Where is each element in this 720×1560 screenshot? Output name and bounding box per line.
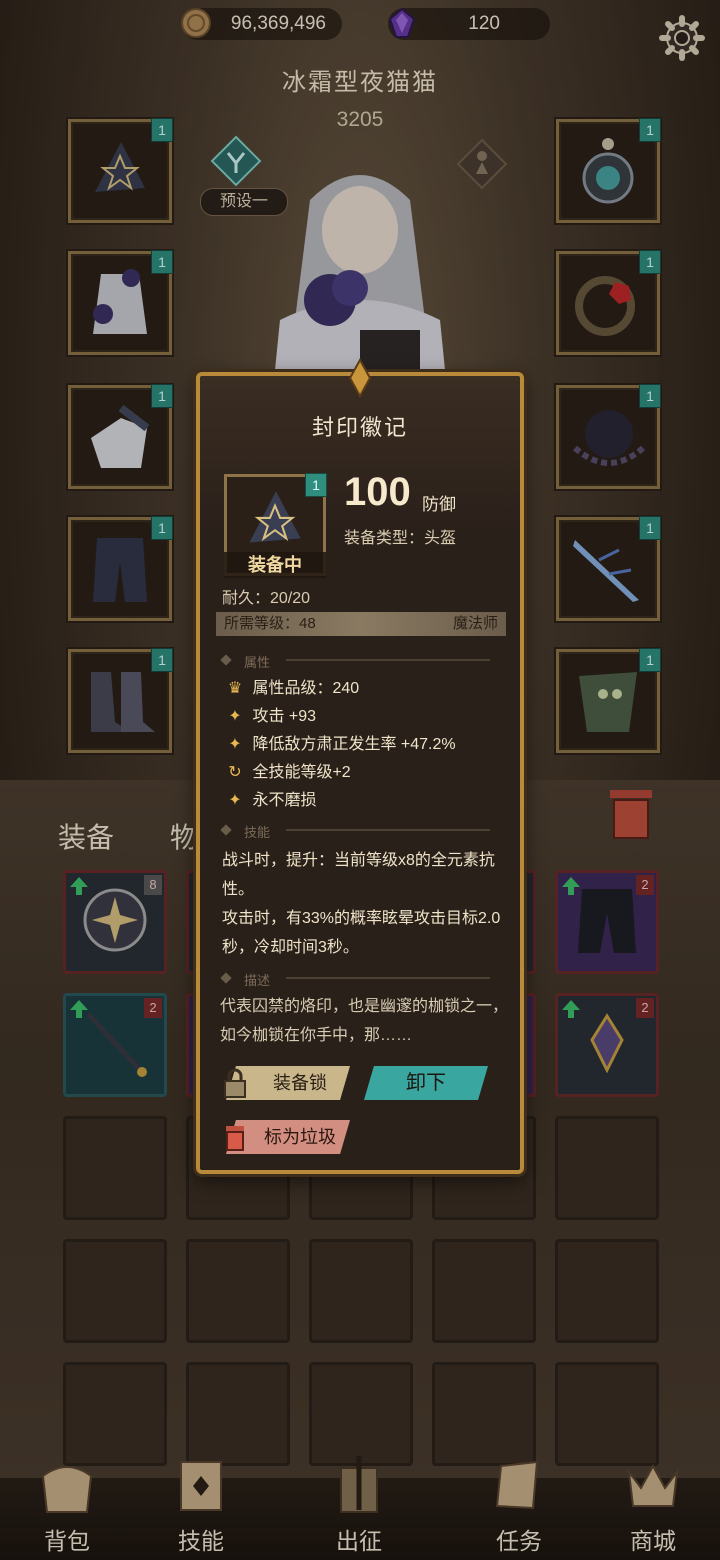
sparkle-icon: ✦ xyxy=(228,708,242,725)
equip-type: 装备类型：头盔 xyxy=(344,530,457,547)
stat-unbreakable: ✦ 永不磨损 xyxy=(222,790,316,812)
stat-unbreakable-text: 永不磨损 xyxy=(252,792,317,809)
skill-text-2: 攻击时，有33%的概率眩晕攻击目标2.0秒，冷却时间3秒。 xyxy=(222,910,501,956)
stat-attack-text: 攻击 +93 xyxy=(252,708,317,725)
mark-junk-label: 标为垃圾 xyxy=(264,1127,336,1147)
unequip-button[interactable]: 卸下 xyxy=(364,1066,488,1100)
section-attributes-label: 属性 xyxy=(244,655,271,670)
durability: 耐久：20/20 xyxy=(222,590,311,607)
lock-icon xyxy=(224,1068,246,1098)
skill-text-1: 战斗时，提升：当前等级x8的全元素抗性。 xyxy=(222,852,495,898)
stat-crit-reduce-text: 降低敌方肃正发生率 +47.2% xyxy=(252,736,456,753)
stat-attack: ✦ 攻击 +93 xyxy=(222,706,316,728)
sparkle-icon: ✦ xyxy=(228,792,242,809)
popup-top-ornament-icon xyxy=(348,358,372,398)
equip-lock-label: 装备锁 xyxy=(273,1073,327,1093)
section-description: 描述 xyxy=(216,970,506,988)
trash-icon xyxy=(226,1126,244,1151)
required-level: 所需等级：48 xyxy=(224,615,316,632)
defense-value: 100 xyxy=(344,470,411,514)
item-description: 代表囚禁的烙印，也是幽邃的枷锁之一，如今枷锁在你手中，那…… xyxy=(220,998,509,1044)
popup-title: 封印徽记 xyxy=(311,415,408,440)
attr-grade: ♛ 属性品级：240 xyxy=(222,678,359,700)
section-skills: 技能 xyxy=(216,822,506,840)
stat-all-skill: ↻ 全技能等级+2 xyxy=(222,762,351,784)
section-skills-label: 技能 xyxy=(244,825,271,840)
cycle-icon: ↻ xyxy=(228,764,242,781)
section-description-label: 描述 xyxy=(244,973,271,988)
required-class: 魔法师 xyxy=(452,615,498,632)
stat-crit-reduce: ✦ 降低敌方肃正发生率 +47.2% xyxy=(222,734,456,756)
equipped-label: 装备中 xyxy=(224,552,326,578)
stat-all-skill-text: 全技能等级+2 xyxy=(252,764,351,781)
section-attributes: 属性 xyxy=(216,652,506,670)
sparkle-icon: ✦ xyxy=(228,736,242,753)
item-detail-popup: 封印徽记 1 装备中 100 防御 装备类型：头盔 耐久：20/20 所需等级：… xyxy=(196,358,524,1174)
requirement-bar: 所需等级：48 魔法师 xyxy=(216,612,506,636)
grade-crown-icon: ♛ xyxy=(227,680,243,697)
helmet-item-icon xyxy=(249,491,301,543)
item-level-badge: 1 xyxy=(305,473,327,497)
defense-label: 防御 xyxy=(422,495,456,514)
attr-grade-text: 属性品级：240 xyxy=(252,680,360,697)
